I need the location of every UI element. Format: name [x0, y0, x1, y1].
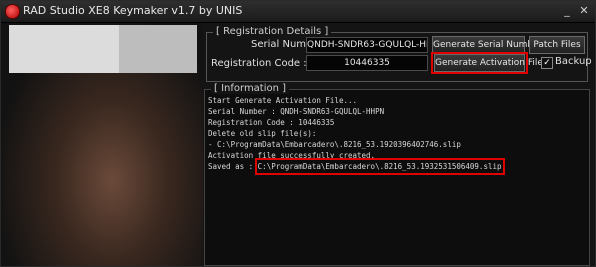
generate-activation-button[interactable]: Generate Activation File [434, 54, 543, 72]
log-line: Activation file successfully created. [208, 151, 376, 160]
backup-checkbox[interactable]: ✓ [541, 57, 553, 69]
saved-path-highlight: C:\ProgramData\Embarcadero\.8216_53.1932… [254, 158, 505, 175]
log-line: Start Generate Activation File... [208, 96, 358, 105]
information-log[interactable]: Start Generate Activation File... Serial… [208, 95, 584, 260]
log-line: Registration Code : 10446335 [208, 118, 335, 127]
saved-as-label: Saved as : [208, 162, 254, 171]
log-line: - C:\ProgramData\Embarcadero\.8216_53.19… [208, 140, 461, 149]
app-logo-icon [5, 4, 20, 19]
window-title: RAD Studio XE8 Keymaker v1.7 by UNIS [23, 4, 243, 17]
keymaker-window: RAD Studio XE8 Keymaker v1.7 by UNIS _ ✕… [0, 0, 596, 267]
registration-code-label: Registration Code : [211, 58, 307, 69]
log-line: Delete old slip file(s): [208, 129, 317, 138]
patch-files-button[interactable]: Patch Files [529, 36, 585, 54]
minimize-button[interactable]: _ [559, 3, 575, 18]
backup-label: Backup [555, 56, 592, 67]
log-line-saved: Saved as : C:\ProgramData\Embarcadero\.8… [208, 158, 584, 175]
title-bar[interactable]: RAD Studio XE8 Keymaker v1.7 by UNIS _ ✕ [1, 1, 595, 23]
censor-block [119, 25, 197, 73]
registration-code-field[interactable] [306, 55, 428, 71]
decorative-image [1, 23, 203, 266]
log-line: Serial Number : QNDH-SNDR63-GQULQL-HHPN [208, 107, 385, 116]
information-legend: [ Information ] [211, 83, 290, 94]
serial-number-field[interactable] [306, 37, 428, 53]
registration-legend: [ Registration Details ] [213, 26, 332, 37]
close-button[interactable]: ✕ [576, 3, 592, 18]
censor-block [9, 25, 119, 73]
generate-serial-button[interactable]: Generate Serial Number [432, 36, 542, 54]
